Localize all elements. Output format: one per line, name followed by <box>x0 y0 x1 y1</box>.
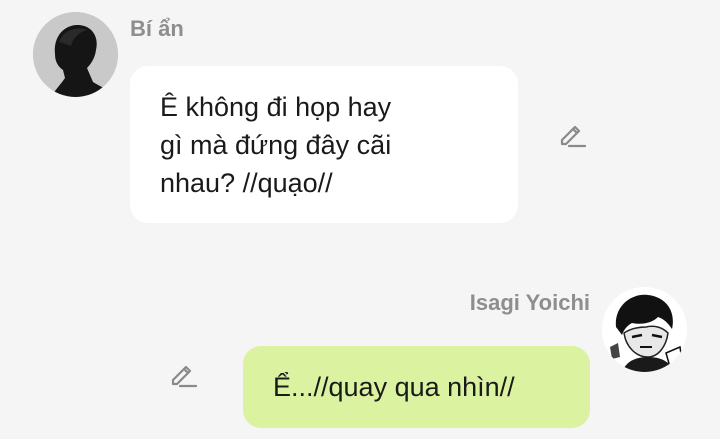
message-bubble-incoming[interactable]: Ê không đi họp hay gì mà đứng đây cãi nh… <box>130 66 518 223</box>
avatar-bi-an[interactable] <box>33 12 118 97</box>
message-text: Ể...//quay qua nhìn// <box>273 372 515 402</box>
message-text: Ê không đi họp hay gì mà đứng đây cãi nh… <box>160 92 392 198</box>
sender-name: Bí ẩn <box>130 16 184 41</box>
sender-name: Isagi Yoichi <box>469 290 590 315</box>
edit-pencil-icon[interactable] <box>167 359 198 389</box>
edit-pencil-icon[interactable] <box>556 119 587 149</box>
manga-character-avatar-icon <box>602 287 687 372</box>
avatar-isagi-yoichi[interactable] <box>602 287 687 372</box>
message-bubble-outgoing[interactable]: Ể...//quay qua nhìn// <box>243 346 590 428</box>
silhouette-avatar-icon <box>33 12 118 97</box>
